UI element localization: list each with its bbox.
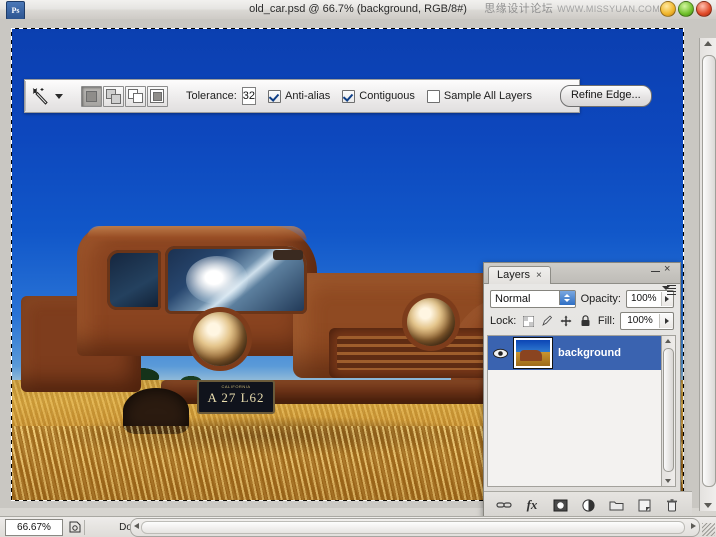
scroll-down-arrow-icon[interactable]	[665, 479, 671, 483]
layers-scrollbar-thumb[interactable]	[663, 348, 674, 472]
anti-alias-checkbox[interactable]: Anti-alias	[268, 90, 330, 103]
document-info-icon[interactable]	[66, 520, 85, 535]
contiguous-checkbox[interactable]: Contiguous	[342, 90, 415, 103]
tool-options-bar: Tolerance: 32 Anti-alias Contiguous Samp…	[24, 79, 580, 113]
magic-wand-icon[interactable]	[31, 84, 51, 108]
lock-label: Lock:	[490, 315, 516, 327]
license-plate-state: CALIFORNIA	[199, 384, 273, 389]
tolerance-label: Tolerance:	[186, 90, 237, 102]
intersect-with-selection-button[interactable]	[147, 86, 168, 107]
layers-panel-footer: fx	[484, 491, 692, 518]
blend-mode-select[interactable]: Normal	[490, 290, 576, 308]
scroll-down-arrow-icon[interactable]	[704, 503, 712, 508]
fill-field[interactable]: 100%	[620, 312, 674, 330]
fill-value: 100%	[621, 314, 659, 328]
watermark-cn-text: 思缘设计论坛	[484, 3, 553, 15]
add-layer-mask-icon[interactable]	[551, 496, 569, 514]
blend-mode-value: Normal	[495, 293, 530, 305]
fill-slider-arrow-icon[interactable]	[659, 314, 673, 328]
close-button[interactable]	[696, 1, 712, 17]
license-plate: CALIFORNIA A 27 L62	[197, 380, 275, 414]
tab-close-icon[interactable]: ×	[536, 267, 542, 284]
scroll-right-arrow-icon[interactable]	[691, 523, 696, 529]
layers-panel: Layers × × Normal	[483, 262, 681, 519]
tolerance-input[interactable]: 32	[242, 87, 256, 105]
tab-layers-label: Layers	[497, 267, 530, 284]
new-group-icon[interactable]	[607, 496, 625, 514]
list-item[interactable]: background	[488, 336, 662, 370]
layer-style-fx-icon[interactable]: fx	[523, 496, 541, 514]
scroll-up-arrow-icon[interactable]	[704, 41, 712, 46]
contiguous-label: Contiguous	[359, 90, 415, 102]
lock-all-icon[interactable]	[578, 314, 592, 328]
layer-name-label[interactable]: background	[558, 347, 621, 359]
truck-side-window	[107, 250, 161, 310]
horizontal-scrollbar-thumb[interactable]	[141, 521, 685, 534]
minimize-button[interactable]	[660, 1, 676, 17]
rearview-mirror	[273, 250, 303, 260]
vertical-scrollbar-thumb[interactable]	[702, 55, 716, 487]
watermark-url-text: WWW.MISSYUAN.COM	[557, 4, 660, 14]
tab-layers[interactable]: Layers ×	[488, 266, 551, 284]
delete-layer-icon[interactable]	[663, 496, 681, 514]
watermark: 思缘设计论坛 WWW.MISSYUAN.COM	[484, 2, 660, 17]
panel-close-icon[interactable]: ×	[664, 264, 674, 274]
link-layers-icon[interactable]	[495, 496, 513, 514]
blend-opacity-row: Normal Opacity: 100%	[484, 288, 680, 310]
refine-edge-button[interactable]: Refine Edge...	[560, 85, 652, 107]
panel-menu-icon[interactable]	[662, 285, 676, 295]
window-resize-grip[interactable]	[702, 523, 715, 536]
tool-preset-chevron-down-icon[interactable]	[55, 94, 63, 99]
contiguous-checkbox-box[interactable]	[342, 90, 355, 103]
photoshop-window: Ps old_car.psd @ 66.7% (background, RGB/…	[0, 0, 716, 537]
opacity-value: 100%	[627, 292, 661, 306]
selection-mode-group	[81, 86, 168, 107]
sample-all-layers-checkbox-box[interactable]	[427, 90, 440, 103]
sample-all-layers-label: Sample All Layers	[444, 90, 532, 102]
subtract-from-selection-button[interactable]	[125, 86, 146, 107]
status-bar: 66.67% Doc: 2.00M/2.00M	[0, 516, 716, 537]
maximize-button[interactable]	[678, 1, 694, 17]
panel-minimize-icon[interactable]	[651, 265, 660, 273]
layers-panel-scrollbar[interactable]	[661, 335, 676, 487]
opacity-label: Opacity:	[581, 293, 621, 305]
truck-roof-highlight	[87, 226, 307, 242]
scroll-left-arrow-icon[interactable]	[134, 523, 139, 529]
sample-all-layers-checkbox[interactable]: Sample All Layers	[427, 90, 532, 103]
lock-transparent-pixels-icon[interactable]	[521, 314, 535, 328]
add-to-selection-button[interactable]	[103, 86, 124, 107]
options-bar-grabber[interactable]	[25, 81, 26, 111]
layer-visibility-eye-icon[interactable]	[492, 346, 508, 360]
new-selection-button[interactable]	[81, 86, 102, 107]
canvas-vertical-scrollbar[interactable]	[699, 38, 716, 511]
canvas-horizontal-scrollbar[interactable]	[130, 518, 700, 537]
layer-thumbnail[interactable]	[514, 338, 552, 368]
document-area: CALIFORNIA A 27 L62	[0, 19, 716, 508]
anti-alias-label: Anti-alias	[285, 90, 330, 102]
lock-image-pixels-icon[interactable]	[540, 314, 554, 328]
new-adjustment-layer-icon[interactable]	[579, 496, 597, 514]
headlight-left	[193, 312, 247, 366]
new-layer-icon[interactable]	[635, 496, 653, 514]
lock-fill-row: Lock: Fill: 100%	[484, 310, 680, 332]
fill-label: Fill:	[598, 315, 615, 327]
lock-position-icon[interactable]	[559, 314, 573, 328]
scroll-up-arrow-icon[interactable]	[665, 339, 671, 343]
anti-alias-checkbox-box[interactable]	[268, 90, 281, 103]
headlight-right	[407, 298, 455, 346]
zoom-level-input[interactable]: 66.67%	[5, 519, 63, 536]
blend-mode-chevron-icon[interactable]	[559, 291, 575, 305]
title-bar: Ps old_car.psd @ 66.7% (background, RGB/…	[0, 0, 716, 20]
layer-list: background	[487, 335, 663, 487]
windshield-glare	[186, 256, 248, 304]
license-plate-number: A 27 L62	[199, 390, 273, 406]
layers-panel-tab-bar: Layers × ×	[484, 263, 680, 284]
